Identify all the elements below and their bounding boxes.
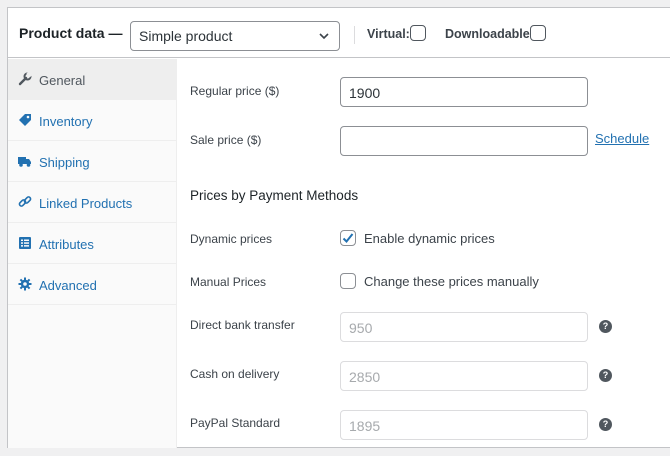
chevron-down-icon (319, 33, 329, 40)
help-icon[interactable]: ? (599, 369, 612, 382)
payment-method-value: 950 (349, 320, 373, 336)
product-type-value: Simple product (139, 28, 233, 44)
tab-general[interactable]: General (8, 59, 176, 100)
tab-inventory[interactable]: Inventory (8, 100, 176, 141)
gear-icon (18, 277, 32, 291)
tab-label: Inventory (39, 114, 93, 129)
help-icon[interactable]: ? (599, 320, 612, 333)
tab-label: Shipping (39, 155, 90, 170)
payment-method-label: Direct bank transfer (190, 318, 295, 332)
payment-method-label: PayPal Standard (190, 416, 281, 430)
regular-price-label: Regular price ($) (190, 84, 280, 98)
manual-prices-checkbox[interactable] (340, 273, 356, 289)
header-separator (354, 26, 355, 44)
link-icon (18, 196, 32, 207)
virtual-checkbox[interactable] (410, 25, 426, 41)
regular-price-value: 1900 (349, 85, 381, 101)
truck-icon (18, 157, 31, 167)
tag-icon (19, 114, 31, 126)
sale-price-label: Sale price ($) (190, 133, 262, 147)
cash-on-delivery-input[interactable]: 2850 (340, 361, 588, 391)
manual-prices-label: Manual Prices (190, 275, 267, 289)
payment-method-label: Cash on delivery (190, 367, 280, 381)
paypal-standard-input[interactable]: 1895 (340, 410, 588, 440)
tab-label: Advanced (39, 278, 97, 293)
section-title: Prices by Payment Methods (190, 188, 359, 203)
product-type-select[interactable]: Simple product (130, 21, 340, 51)
tab-attributes[interactable]: Attributes (8, 223, 176, 264)
manual-prices-option: Change these prices manually (364, 274, 539, 289)
tab-shipping[interactable]: Shipping (8, 141, 176, 182)
virtual-label: Virtual: (367, 27, 410, 41)
dynamic-prices-option: Enable dynamic prices (364, 231, 495, 246)
tab-label: Linked Products (39, 196, 133, 211)
tab-linked-products[interactable]: Linked Products (8, 182, 176, 223)
direct-bank-transfer-input[interactable]: 950 (340, 312, 588, 342)
wrench-icon (18, 72, 32, 86)
product-data-tabs: General Inventory Shipping Linked Produc… (8, 59, 177, 448)
product-data-panel: Product data — Simple product Virtual: D… (7, 7, 670, 448)
downloadable-label: Downloadable: (445, 27, 534, 41)
payment-method-value: 1895 (349, 418, 381, 434)
tab-advanced[interactable]: Advanced (8, 264, 176, 305)
tab-label: General (39, 73, 86, 88)
regular-price-input[interactable]: 1900 (340, 77, 588, 107)
checkmark-icon (342, 233, 354, 243)
help-icon[interactable]: ? (599, 418, 612, 431)
list-icon (19, 237, 31, 249)
tab-label: Attributes (39, 237, 94, 252)
dynamic-prices-checkbox[interactable] (340, 230, 356, 246)
dynamic-prices-label: Dynamic prices (190, 232, 273, 246)
general-panel: Regular price ($) 1900 Sale price ($) Sc… (178, 59, 670, 448)
payment-method-value: 2850 (349, 369, 381, 385)
sale-price-input[interactable] (340, 126, 588, 156)
downloadable-checkbox[interactable] (530, 25, 546, 41)
product-data-header: Product data — Simple product Virtual: D… (8, 8, 670, 58)
schedule-link[interactable]: Schedule (595, 131, 649, 146)
product-data-title: Product data — (19, 25, 123, 41)
